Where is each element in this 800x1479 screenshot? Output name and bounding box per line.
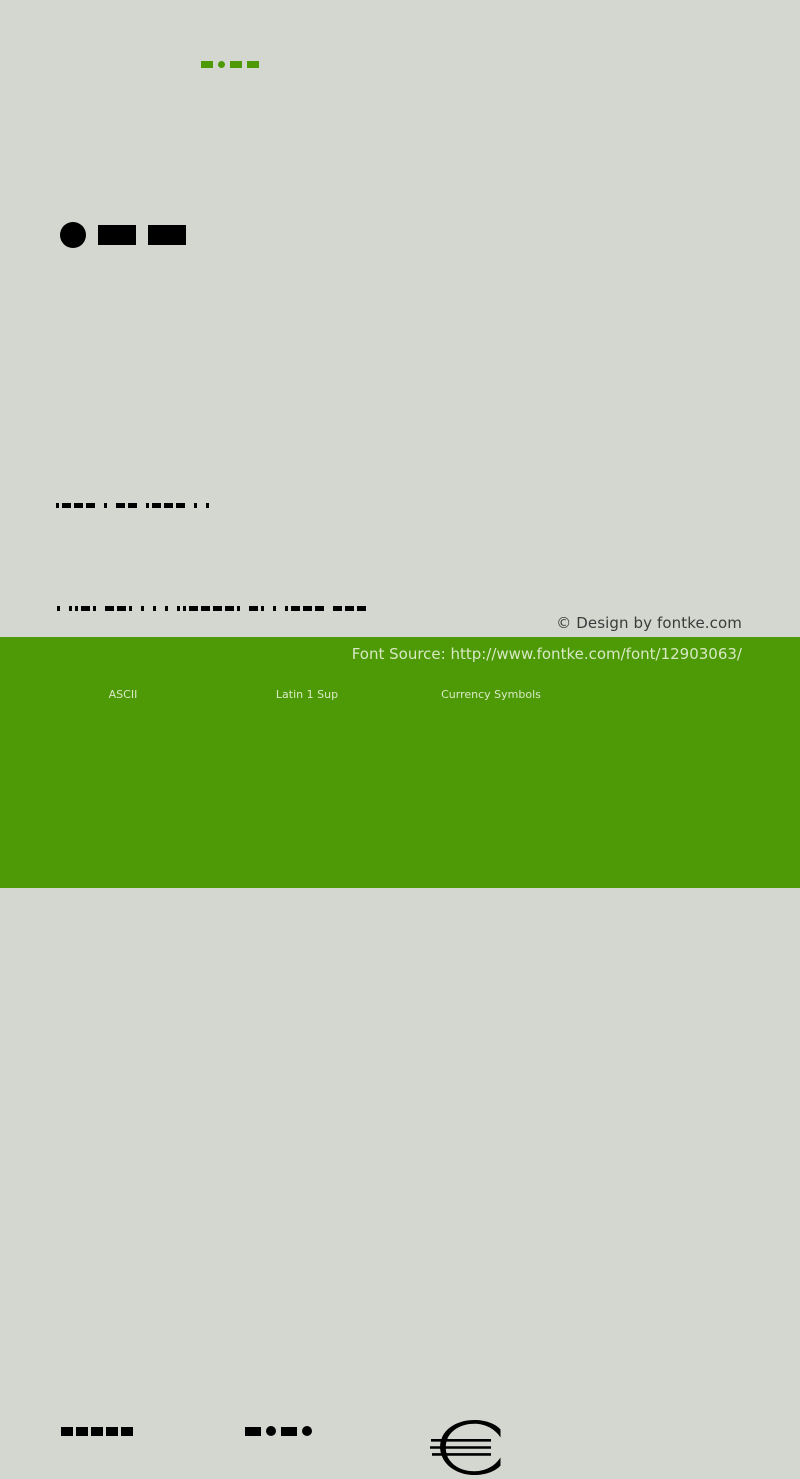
- glyph-mark-wd-icon: [201, 605, 210, 611]
- unicode-block-label-currency: Currency Symbols: [441, 688, 541, 701]
- glyph-mark-wd-icon: [164, 502, 173, 508]
- preview-area: © Design by fontke.com: [0, 0, 800, 637]
- glyph-notdef-rect-icon: [201, 60, 213, 68]
- glyph-mark-wd-icon: [152, 502, 161, 508]
- font-specimen-page: © Design by fontke.com Font Source: http…: [0, 0, 800, 1475]
- glyph-mark-sq-icon: [57, 605, 60, 611]
- glyph-mark-wd-icon: [315, 605, 324, 611]
- glyph-space: [110, 503, 113, 508]
- unicode-block-label-ascii: ASCII: [108, 688, 138, 701]
- copyright-notice: © Design by fontke.com: [556, 614, 742, 632]
- glyph-block-dot-icon: [302, 1426, 312, 1436]
- glyph-space: [243, 606, 246, 611]
- euro-currency-glyph-icon: [430, 1420, 501, 1475]
- glyph-mark-sq-icon: [194, 502, 197, 508]
- unicode-block-sample-latin1: [245, 1423, 312, 1439]
- glyph-notdef-rect-icon: [230, 60, 242, 68]
- glyph-space: [188, 503, 191, 508]
- unicode-block-sample-currency: [428, 1417, 504, 1479]
- paragraph-glyph-sample-2: [57, 603, 369, 613]
- glyph-mark-sq-icon: [141, 605, 144, 611]
- glyph-space: [147, 606, 150, 611]
- glyph-mark-sq-icon: [146, 502, 149, 508]
- glyph-mark-sq-icon: [183, 605, 186, 611]
- glyph-space: [98, 503, 101, 508]
- glyph-mark-sq-icon: [75, 605, 78, 611]
- glyph-mark-sq-icon: [56, 502, 59, 508]
- glyph-mark-wd-icon: [74, 502, 83, 508]
- unicode-block-label-latin1: Latin 1 Sup: [275, 688, 339, 701]
- glyph-mark-wd-icon: [128, 502, 137, 508]
- glyph-block-dot-icon: [266, 1426, 276, 1436]
- glyph-block-rect-icon: [245, 1426, 261, 1436]
- glyph-block-dot-icon: [60, 222, 86, 248]
- glyph-mark-wd-icon: [213, 605, 222, 611]
- glyph-mark-wd-icon: [86, 502, 95, 508]
- glyph-mark-sq-icon: [153, 605, 156, 611]
- glyph-mark-wd-icon: [249, 605, 258, 611]
- glyph-block-rect-icon: [148, 225, 186, 245]
- title-glyph-sample: [201, 57, 259, 71]
- glyph-mark-sq-icon: [285, 605, 288, 611]
- glyph-mark-wd-icon: [189, 605, 198, 611]
- glyph-space: [279, 606, 282, 611]
- glyph-space: [140, 503, 143, 508]
- glyph-mark-sq-icon: [237, 605, 240, 611]
- headline-glyph-sample: [60, 219, 186, 251]
- glyph-block-rect-icon: [61, 1426, 73, 1436]
- glyph-mark-wd-icon: [225, 605, 234, 611]
- glyph-mark-sq-icon: [177, 605, 180, 611]
- glyph-mark-wd-icon: [116, 502, 125, 508]
- glyph-mark-sq-icon: [261, 605, 264, 611]
- glyph-block-rect-icon: [106, 1426, 118, 1436]
- glyph-mark-wd-icon: [345, 605, 354, 611]
- glyph-space: [327, 606, 330, 611]
- glyph-mark-wd-icon: [303, 605, 312, 611]
- glyph-space: [99, 606, 102, 611]
- glyph-space: [135, 606, 138, 611]
- glyph-notdef-dot-icon: [218, 60, 225, 68]
- glyph-block-rect-icon: [76, 1426, 88, 1436]
- glyph-mark-sq-icon: [104, 502, 107, 508]
- glyph-space: [63, 606, 66, 611]
- glyph-block-rect-icon: [91, 1426, 103, 1436]
- glyph-space: [171, 606, 174, 611]
- glyph-mark-wd-icon: [357, 605, 366, 611]
- glyph-mark-wd-icon: [117, 605, 126, 611]
- glyph-space: [267, 606, 270, 611]
- glyph-mark-wd-icon: [333, 605, 342, 611]
- glyph-space: [200, 503, 203, 508]
- glyph-space: [159, 606, 162, 611]
- glyph-mark-sq-icon: [129, 605, 132, 611]
- glyph-block-rect-icon: [98, 225, 136, 245]
- glyph-block-rect-icon: [121, 1426, 133, 1436]
- glyph-mark-wd-icon: [81, 605, 90, 611]
- glyph-mark-wd-icon: [176, 502, 185, 508]
- glyph-mark-wd-icon: [105, 605, 114, 611]
- glyph-mark-wd-icon: [291, 605, 300, 611]
- glyph-mark-sq-icon: [165, 605, 168, 611]
- unicode-block-headers: ASCII Latin 1 Sup Currency Symbols: [0, 688, 800, 704]
- glyph-mark-wd-icon: [62, 502, 71, 508]
- glyph-notdef-rect-icon: [247, 60, 259, 68]
- glyph-mark-sq-icon: [69, 605, 72, 611]
- glyph-block-rect-icon: [281, 1426, 297, 1436]
- glyph-mark-sq-icon: [273, 605, 276, 611]
- footer-panel: Font Source: http://www.fontke.com/font/…: [0, 637, 800, 1475]
- unicode-block-sample-ascii: [61, 1423, 133, 1439]
- glyph-mark-sq-icon: [93, 605, 96, 611]
- paragraph-glyph-sample-1: [56, 500, 212, 510]
- glyph-mark-sq-icon: [206, 502, 209, 508]
- font-source-link[interactable]: Font Source: http://www.fontke.com/font/…: [352, 645, 742, 663]
